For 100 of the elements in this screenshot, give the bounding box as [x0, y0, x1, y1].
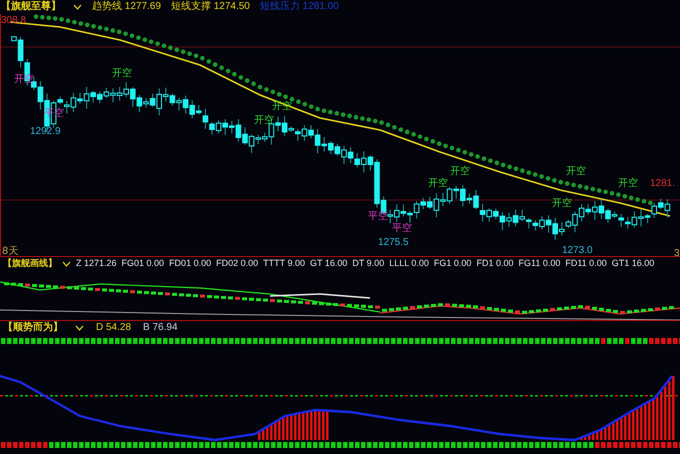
dot [232, 72, 237, 76]
dot [578, 184, 582, 189]
dot [648, 200, 653, 206]
dot [539, 174, 544, 179]
dot [571, 182, 576, 188]
dot [104, 26, 109, 32]
legend-value: D 54.28 [96, 321, 132, 334]
dot [507, 164, 512, 170]
dot [200, 56, 205, 60]
chevron-down-icon[interactable] [75, 324, 84, 330]
panel-title: 【旗舰画线】 [3, 257, 57, 270]
legend-value: FD11 0.00 [565, 257, 607, 270]
candlestick [532, 216, 542, 230]
dot [123, 31, 128, 36]
candlestick [64, 92, 74, 113]
dot [264, 87, 269, 92]
signal-label: 平空 [368, 211, 388, 222]
dot [450, 146, 454, 150]
candlestick [209, 120, 220, 134]
legend-value: Z 1271.26 [76, 257, 117, 270]
price-label: 1281. [650, 178, 676, 189]
candlestick [414, 197, 424, 213]
chevron-down-icon[interactable] [73, 4, 82, 10]
dot [411, 132, 416, 137]
legend-value: FG1 0.00 [434, 257, 472, 270]
candlestick [618, 216, 628, 230]
candlestick [460, 188, 470, 204]
dot [475, 154, 480, 159]
dot [283, 94, 288, 100]
candlestick [341, 146, 352, 164]
chevron-down-icon[interactable] [62, 260, 71, 266]
candlestick [526, 220, 536, 231]
dot [603, 190, 608, 194]
candlestick [512, 209, 523, 223]
signal-label: 开空 [552, 198, 572, 209]
legend-value: FD01 0.00 [169, 257, 212, 270]
dot [328, 110, 333, 114]
candlestick [123, 86, 134, 108]
dot [98, 25, 102, 30]
signal-label: 平空 [392, 223, 412, 234]
dot [347, 114, 352, 118]
dot [552, 178, 557, 183]
dot [296, 99, 301, 104]
price-label: 1273.0 [562, 245, 593, 256]
legend-value: 短线支撑 1274.50 [170, 0, 250, 14]
candlestick [334, 145, 344, 164]
signal-label: 开空 [428, 178, 448, 189]
candlestick [387, 204, 398, 222]
legend-value: FG01 0.00 [122, 257, 164, 270]
dot [251, 82, 256, 86]
candlestick [400, 210, 410, 224]
candlestick [328, 142, 338, 156]
candlestick [440, 186, 450, 204]
signal-label: 开空 [566, 166, 586, 177]
dot [66, 18, 70, 24]
dot [642, 198, 646, 204]
dot [482, 156, 486, 161]
dot [456, 148, 461, 152]
period-label: 8天 [2, 246, 18, 256]
price-label: 1292.9 [30, 126, 61, 137]
dot [34, 14, 38, 19]
dot [155, 41, 160, 46]
dot [40, 14, 45, 20]
dot [443, 144, 448, 148]
candlestick [354, 150, 364, 173]
dot [130, 33, 134, 38]
dot [168, 45, 173, 50]
signal-label: 开空 [618, 178, 638, 189]
legend-value: DT 9.00 [352, 257, 384, 270]
candlestick [446, 186, 457, 202]
candlestick [506, 209, 516, 227]
dot [290, 96, 294, 102]
legend-value: FD02 0.00 [216, 257, 258, 270]
candlestick [539, 214, 550, 234]
candlestick [104, 88, 114, 103]
candlestick [394, 204, 404, 218]
dot [616, 192, 621, 197]
dot [360, 116, 365, 121]
dot [91, 24, 96, 29]
signal-label: 开空 [450, 166, 470, 177]
dot [392, 124, 397, 130]
candlestick [500, 212, 510, 228]
candlestick [407, 200, 418, 219]
dot [315, 106, 320, 112]
panel-title: 【顺势而为】 [3, 321, 63, 334]
candlestick [236, 124, 246, 146]
dot [322, 108, 326, 114]
dot [635, 197, 640, 202]
dot [187, 51, 192, 56]
candlestick [453, 184, 464, 207]
dot [610, 190, 614, 196]
candlestick [519, 216, 530, 230]
candlestick [295, 124, 305, 142]
dot [162, 43, 166, 48]
legend-value: FD1 0.00 [476, 257, 514, 270]
legend-value: GT1 16.00 [612, 257, 654, 270]
candlestick [625, 210, 635, 228]
legend-value: FG11 0.00 [518, 257, 560, 270]
candlestick [170, 95, 180, 112]
candlestick [314, 134, 325, 152]
